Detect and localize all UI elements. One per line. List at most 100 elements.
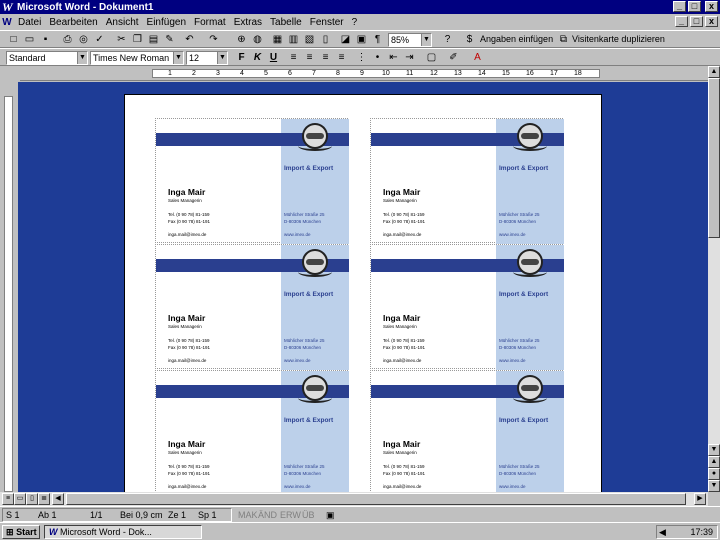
clock[interactable]: 17:39 — [690, 527, 713, 537]
duplicate-card-button[interactable]: Visitenkarte duplizieren — [572, 34, 665, 44]
previous-page-button[interactable]: ▲ — [708, 456, 720, 468]
font-size-select[interactable]: 12 ▼ — [186, 51, 228, 65]
business-card[interactable]: Import & Export Inga Mair Sales Manageri… — [155, 370, 349, 492]
underline-button[interactable]: U — [266, 51, 281, 65]
copy-icon[interactable]: ❐ — [130, 33, 145, 47]
doc-menu-icon[interactable]: W — [0, 17, 14, 28]
increase-indent-icon[interactable]: ⇥ — [402, 51, 417, 65]
ruler-tick: 7 — [312, 70, 316, 77]
doc-minimize-button[interactable]: _ — [675, 16, 688, 27]
insert-table-icon[interactable]: ▥ — [286, 33, 301, 47]
close-button[interactable]: x — [705, 1, 718, 12]
scroll-right-button[interactable]: ▶ — [694, 493, 706, 505]
font-select[interactable]: Times New Roman ▼ — [90, 51, 184, 65]
new-document-icon[interactable]: □ — [6, 33, 21, 47]
speaker-icon[interactable]: ◀ — [657, 526, 666, 538]
doc-maximize-button[interactable]: □ — [690, 16, 703, 27]
menu-extras[interactable]: Extras — [230, 17, 266, 28]
card-website: www.imex.de — [499, 484, 526, 489]
vertical-scroll-thumb[interactable] — [708, 78, 720, 238]
maximize-button[interactable]: □ — [688, 1, 701, 12]
horizontal-ruler[interactable]: 1 2 3 4 5 6 7 8 9 10 11 12 13 14 15 16 1… — [20, 66, 708, 81]
insert-fields-button[interactable]: Angaben einfügen — [480, 34, 553, 44]
cut-icon[interactable]: ✂ — [114, 33, 129, 47]
tables-borders-icon[interactable]: ▦ — [270, 33, 285, 47]
minimize-button[interactable]: _ — [673, 1, 686, 12]
zoom-select[interactable]: 85% ▼ — [388, 33, 432, 47]
undo-icon[interactable]: ↶ — [182, 33, 197, 47]
columns-icon[interactable]: ▯ — [318, 33, 333, 47]
business-card[interactable]: Import & Export Inga Mair Sales Manageri… — [370, 244, 564, 370]
format-painter-icon[interactable]: ✎ — [162, 33, 177, 47]
italic-button[interactable]: K — [250, 51, 265, 65]
horizontal-scrollbar[interactable]: ≡ ▭ ▯ ≣ ◀ ▶ — [0, 492, 708, 506]
scroll-left-button[interactable]: ◀ — [52, 493, 64, 505]
card-job-title: Sales Managerin — [383, 450, 417, 455]
doc-close-button[interactable]: x — [705, 16, 718, 27]
taskbar-word-item[interactable]: W Microsoft Word - Dok... — [44, 525, 202, 539]
menu-help[interactable]: ? — [348, 17, 362, 28]
decrease-indent-icon[interactable]: ⇤ — [386, 51, 401, 65]
print-preview-icon[interactable]: ◎ — [76, 33, 91, 47]
align-left-icon[interactable]: ≡ — [286, 51, 301, 65]
word-app-icon[interactable]: W — [2, 1, 14, 13]
redo-icon[interactable]: ↷ — [206, 33, 221, 47]
menu-bearbeiten[interactable]: Bearbeiten — [45, 17, 101, 28]
style-select[interactable]: Standard ▼ — [6, 51, 88, 65]
bold-button[interactable]: F — [234, 51, 249, 65]
numbering-icon[interactable]: ⋮ — [354, 51, 369, 65]
insert-excel-icon[interactable]: ▧ — [302, 33, 317, 47]
justify-icon[interactable]: ≡ — [334, 51, 349, 65]
status-overtype[interactable]: ÜB — [302, 510, 315, 520]
browse-object-button[interactable]: ● — [708, 468, 720, 480]
paste-icon[interactable]: ▤ — [146, 33, 161, 47]
vertical-scrollbar[interactable]: ▲ ▼ ▲ ● ▼ — [708, 66, 720, 492]
start-button[interactable]: ⊞ Start — [2, 525, 40, 539]
open-icon[interactable]: ▭ — [22, 33, 37, 47]
menu-einfuegen[interactable]: Einfügen — [143, 17, 190, 28]
drawing-icon[interactable]: ◪ — [338, 33, 353, 47]
next-page-button[interactable]: ▼ — [708, 480, 720, 492]
status-extend[interactable]: ERW — [280, 510, 301, 520]
menu-format[interactable]: Format — [190, 17, 230, 28]
save-icon[interactable]: ▪ — [38, 33, 53, 47]
align-right-icon[interactable]: ≡ — [318, 51, 333, 65]
insert-fields-icon[interactable]: $ — [462, 33, 477, 47]
web-toolbar-icon[interactable]: ◍ — [250, 33, 265, 47]
document-workspace[interactable]: Import & Export Inga Mair Sales Manageri… — [18, 82, 708, 492]
business-card[interactable]: Import & Export Inga Mair Sales Manageri… — [370, 118, 564, 244]
vertical-ruler[interactable] — [0, 82, 18, 492]
business-card[interactable]: Import & Export Inga Mair Sales Manageri… — [155, 118, 349, 244]
outline-view-button[interactable]: ≣ — [38, 493, 50, 505]
menu-fenster[interactable]: Fenster — [306, 17, 348, 28]
card-city: D-80306 München — [284, 471, 322, 476]
align-center-icon[interactable]: ≡ — [302, 51, 317, 65]
scroll-up-button[interactable]: ▲ — [708, 66, 720, 78]
spelling-status-icon[interactable]: ▣ — [326, 510, 335, 521]
card-website: www.imex.de — [284, 484, 311, 489]
print-icon[interactable]: ⎙ — [60, 33, 75, 47]
spelling-icon[interactable]: ✓ — [92, 33, 107, 47]
business-card[interactable]: Import & Export Inga Mair Sales Manageri… — [370, 370, 564, 492]
document-page[interactable]: Import & Export Inga Mair Sales Manageri… — [124, 94, 602, 492]
menu-tabelle[interactable]: Tabelle — [266, 17, 306, 28]
show-hide-icon[interactable]: ¶ — [370, 33, 385, 47]
bullets-icon[interactable]: • — [370, 51, 385, 65]
web-layout-button[interactable]: ▭ — [14, 493, 26, 505]
borders-icon[interactable]: ▢ — [424, 51, 439, 65]
hyperlink-icon[interactable]: ⊕ — [234, 33, 249, 47]
scroll-down-button[interactable]: ▼ — [708, 444, 720, 456]
highlight-icon[interactable]: ✐ — [446, 51, 461, 65]
horizontal-scroll-thumb[interactable] — [66, 493, 686, 505]
document-map-icon[interactable]: ▣ — [354, 33, 369, 47]
help-icon[interactable]: ? — [440, 33, 455, 47]
business-card[interactable]: Import & Export Inga Mair Sales Manageri… — [155, 244, 349, 370]
menu-datei[interactable]: Datei — [14, 17, 45, 28]
normal-view-button[interactable]: ≡ — [2, 493, 14, 505]
status-macro-record[interactable]: MAK — [238, 510, 258, 520]
status-track-changes[interactable]: ÄND — [258, 510, 277, 520]
duplicate-card-icon[interactable]: ⧉ — [556, 33, 571, 47]
font-color-icon[interactable]: A — [470, 51, 485, 65]
menu-ansicht[interactable]: Ansicht — [102, 17, 143, 28]
print-layout-button[interactable]: ▯ — [26, 493, 38, 505]
